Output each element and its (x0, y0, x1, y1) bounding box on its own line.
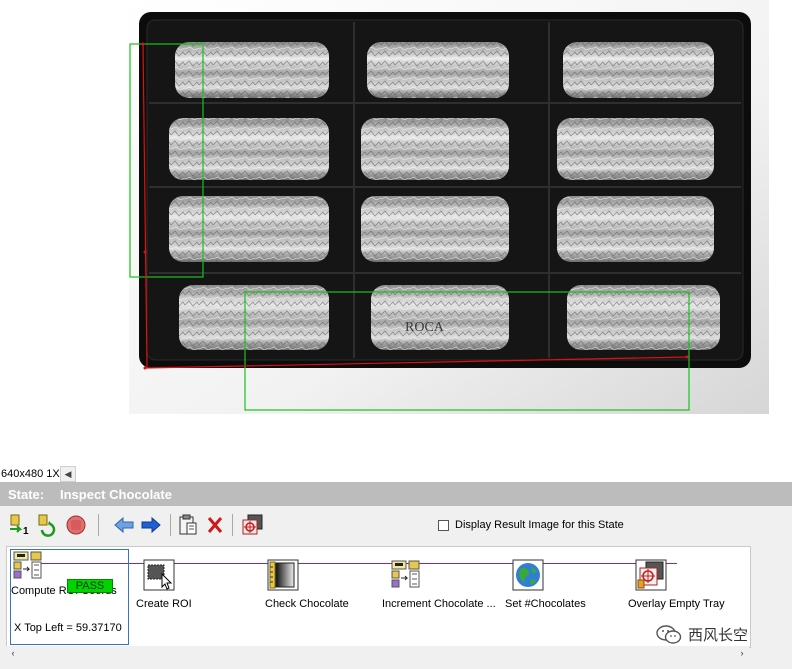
state-label: State: (8, 487, 45, 502)
step-label: Set #Chocolates (505, 598, 586, 610)
overlay-target-icon (635, 559, 667, 591)
chevron-right-icon[interactable]: › (735, 646, 749, 660)
inspection-image: ROCA (129, 0, 769, 414)
ruler-gradient-icon (267, 559, 299, 591)
step-check-chocolate[interactable]: Check Chocolate (259, 547, 369, 645)
foil-texture (557, 118, 714, 180)
step-label: Check Chocolate (265, 598, 349, 610)
foil-texture (563, 42, 714, 98)
watermark: 西风长空 (656, 624, 748, 645)
image-viewer[interactable]: ROCA (0, 0, 792, 466)
svg-text:1: 1 (23, 526, 29, 537)
step-result-value: X Top Left = 59.37170 (14, 622, 122, 634)
foil-texture (169, 196, 329, 262)
steps-panel: PASS Compute ROI Coords X Top Left = 59.… (0, 544, 792, 669)
step-toolbar: 1 Display Result Image for this State (0, 506, 792, 544)
step-set-chocolates[interactable]: Set #Chocolates (504, 547, 614, 645)
step-label: Overlay Empty Tray (628, 598, 725, 610)
clipboard-icon[interactable] (176, 513, 200, 537)
stop-icon[interactable] (64, 513, 88, 537)
horizontal-scrollbar[interactable]: ‹ › (6, 646, 749, 660)
display-result-label: Display Result Image for this State (455, 519, 624, 531)
watermark-text: 西风长空 (688, 627, 749, 644)
state-header: State: Inspect Chocolate (0, 482, 792, 506)
state-name: Inspect Chocolate (60, 487, 172, 502)
chevron-left-icon[interactable]: ‹ (6, 646, 20, 660)
step-compute-roi-coords[interactable]: PASS Compute ROI Coords X Top Left = 59.… (10, 549, 129, 645)
foil-texture (361, 118, 509, 180)
roi-cursor-icon (143, 559, 175, 591)
step-label: Increment Chocolate ... (382, 598, 496, 610)
add-step-icon[interactable]: 1 (8, 513, 32, 537)
chocolate-tray-image: ROCA (129, 0, 769, 414)
foil-texture (367, 42, 509, 98)
forward-arrow-icon[interactable] (139, 513, 163, 537)
triangle-left-icon[interactable]: ◀ (60, 466, 76, 482)
foil-texture (361, 196, 509, 262)
run-loop-icon[interactable] (36, 513, 60, 537)
step-increment-chocolate[interactable]: Increment Chocolate ... (381, 547, 505, 645)
foil-texture (557, 196, 714, 262)
delete-icon[interactable] (203, 513, 227, 537)
step-create-roi[interactable]: Create ROI (135, 547, 245, 645)
foil-texture (567, 285, 720, 350)
back-arrow-icon[interactable] (112, 513, 136, 537)
display-result-option[interactable]: Display Result Image for this State (438, 519, 624, 531)
foil-texture (371, 285, 509, 350)
foil-stamp-text: ROCA (405, 320, 445, 335)
pass-badge: PASS (67, 579, 113, 593)
image-status-bar: 640x480 1X ◀ (0, 466, 792, 482)
zoom-label: 640x480 1X (1, 468, 60, 480)
wechat-icon (656, 624, 682, 645)
foil-texture (175, 42, 329, 98)
foil-texture (179, 285, 329, 350)
step-list[interactable]: PASS Compute ROI Coords X Top Left = 59.… (6, 546, 751, 648)
globe-icon (512, 559, 544, 591)
overlay-icon[interactable] (240, 513, 264, 537)
calculator-icon (389, 559, 421, 591)
display-result-checkbox[interactable] (438, 519, 449, 531)
foil-texture (169, 118, 329, 180)
step-label: Create ROI (136, 598, 192, 610)
